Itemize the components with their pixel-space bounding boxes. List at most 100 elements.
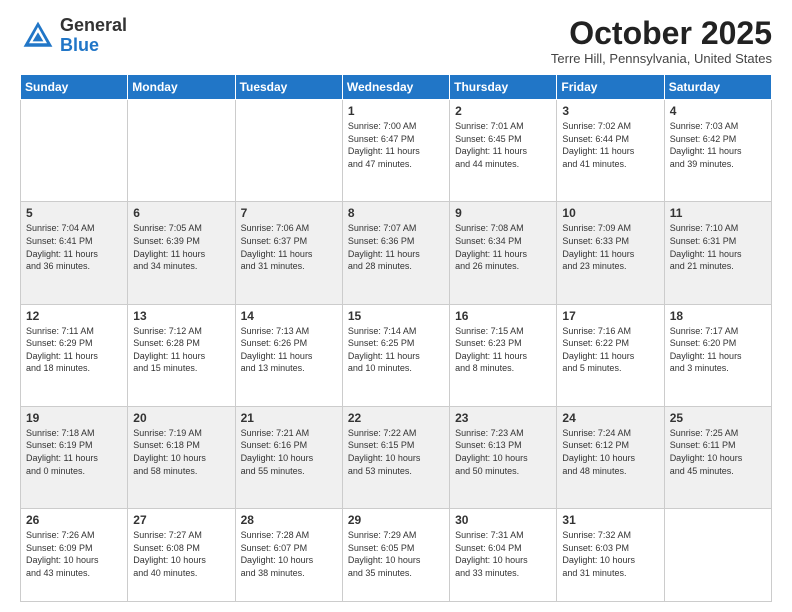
header-right: October 2025 Terre Hill, Pennsylvania, U… <box>551 16 772 66</box>
day-info: Sunrise: 7:03 AM Sunset: 6:42 PM Dayligh… <box>670 120 766 170</box>
day-number: 3 <box>562 104 658 118</box>
day-info: Sunrise: 7:31 AM Sunset: 6:04 PM Dayligh… <box>455 529 551 579</box>
day-number: 29 <box>348 513 444 527</box>
day-info: Sunrise: 7:09 AM Sunset: 6:33 PM Dayligh… <box>562 222 658 272</box>
day-info: Sunrise: 7:21 AM Sunset: 6:16 PM Dayligh… <box>241 427 337 477</box>
logo: General Blue <box>20 16 127 56</box>
day-number: 16 <box>455 309 551 323</box>
logo-text: General Blue <box>60 16 127 56</box>
calendar-day-cell: 30Sunrise: 7:31 AM Sunset: 6:04 PM Dayli… <box>450 509 557 602</box>
day-info: Sunrise: 7:19 AM Sunset: 6:18 PM Dayligh… <box>133 427 229 477</box>
day-number: 26 <box>26 513 122 527</box>
day-info: Sunrise: 7:13 AM Sunset: 6:26 PM Dayligh… <box>241 325 337 375</box>
calendar-day-header: Friday <box>557 75 664 100</box>
calendar-day-cell: 21Sunrise: 7:21 AM Sunset: 6:16 PM Dayli… <box>235 406 342 508</box>
calendar-day-cell: 22 Sunrise: 7:22 AM Sunset: 6:15 PM Dayli… <box>342 406 449 508</box>
calendar-day-cell: 11 Sunrise: 7:10 AM Sunset: 6:31 PM Dayli… <box>664 202 771 304</box>
calendar-table: SundayMondayTuesdayWednesdayThursdayFrid… <box>20 74 772 602</box>
day-number: 27 <box>133 513 229 527</box>
day-info: Sunrise: 7:12 AM Sunset: 6:28 PM Dayligh… <box>133 325 229 375</box>
day-info: Sunrise: 7:28 AM Sunset: 6:07 PM Dayligh… <box>241 529 337 579</box>
calendar-week-row: 26 Sunrise: 7:26 AM Sunset: 6:09 PM Dayli… <box>21 509 772 602</box>
calendar-day-cell: 27 Sunrise: 7:27 AM Sunset: 6:08 PM Dayli… <box>128 509 235 602</box>
day-number: 17 <box>562 309 658 323</box>
day-number: 9 <box>455 206 551 220</box>
day-info: Sunrise: 7:27 AM Sunset: 6:08 PM Dayligh… <box>133 529 229 579</box>
calendar-day-cell <box>664 509 771 602</box>
day-info: Sunrise: 7:14 AM Sunset: 6:25 PM Dayligh… <box>348 325 444 375</box>
calendar-day-cell: 13 Sunrise: 7:12 AM Sunset: 6:28 PM Dayli… <box>128 304 235 406</box>
calendar-week-row: 12 Sunrise: 7:11 AM Sunset: 6:29 PM Dayli… <box>21 304 772 406</box>
logo-general: General <box>60 15 127 35</box>
calendar-day-cell: 6 Sunrise: 7:05 AM Sunset: 6:39 PM Daylig… <box>128 202 235 304</box>
calendar-header-row: SundayMondayTuesdayWednesdayThursdayFrid… <box>21 75 772 100</box>
day-number: 20 <box>133 411 229 425</box>
calendar-day-cell <box>21 100 128 202</box>
calendar-day-cell: 5Sunrise: 7:04 AM Sunset: 6:41 PM Daylig… <box>21 202 128 304</box>
day-number: 31 <box>562 513 658 527</box>
calendar-day-header: Sunday <box>21 75 128 100</box>
day-info: Sunrise: 7:10 AM Sunset: 6:31 PM Dayligh… <box>670 222 766 272</box>
calendar-week-row: 19 Sunrise: 7:18 AM Sunset: 6:19 PM Dayli… <box>21 406 772 508</box>
day-info: Sunrise: 7:04 AM Sunset: 6:41 PM Dayligh… <box>26 222 122 272</box>
day-number: 4 <box>670 104 766 118</box>
day-number: 23 <box>455 411 551 425</box>
calendar-day-header: Saturday <box>664 75 771 100</box>
calendar-day-cell: 9 Sunrise: 7:08 AM Sunset: 6:34 PM Daylig… <box>450 202 557 304</box>
day-number: 18 <box>670 309 766 323</box>
day-info: Sunrise: 7:11 AM Sunset: 6:29 PM Dayligh… <box>26 325 122 375</box>
calendar-day-cell: 10 Sunrise: 7:09 AM Sunset: 6:33 PM Dayli… <box>557 202 664 304</box>
day-number: 14 <box>241 309 337 323</box>
day-number: 2 <box>455 104 551 118</box>
day-number: 25 <box>670 411 766 425</box>
day-number: 1 <box>348 104 444 118</box>
day-info: Sunrise: 7:18 AM Sunset: 6:19 PM Dayligh… <box>26 427 122 477</box>
location: Terre Hill, Pennsylvania, United States <box>551 51 772 66</box>
day-info: Sunrise: 7:15 AM Sunset: 6:23 PM Dayligh… <box>455 325 551 375</box>
calendar-day-cell: 17Sunrise: 7:16 AM Sunset: 6:22 PM Dayli… <box>557 304 664 406</box>
day-number: 19 <box>26 411 122 425</box>
calendar-day-header: Tuesday <box>235 75 342 100</box>
calendar-day-cell: 1Sunrise: 7:00 AM Sunset: 6:47 PM Daylig… <box>342 100 449 202</box>
day-info: Sunrise: 7:23 AM Sunset: 6:13 PM Dayligh… <box>455 427 551 477</box>
day-number: 6 <box>133 206 229 220</box>
day-info: Sunrise: 7:22 AM Sunset: 6:15 PM Dayligh… <box>348 427 444 477</box>
day-info: Sunrise: 7:29 AM Sunset: 6:05 PM Dayligh… <box>348 529 444 579</box>
day-info: Sunrise: 7:26 AM Sunset: 6:09 PM Dayligh… <box>26 529 122 579</box>
calendar-day-cell: 19 Sunrise: 7:18 AM Sunset: 6:19 PM Dayli… <box>21 406 128 508</box>
calendar-day-cell: 16 Sunrise: 7:15 AM Sunset: 6:23 PM Dayli… <box>450 304 557 406</box>
day-info: Sunrise: 7:24 AM Sunset: 6:12 PM Dayligh… <box>562 427 658 477</box>
day-info: Sunrise: 7:05 AM Sunset: 6:39 PM Dayligh… <box>133 222 229 272</box>
header: General Blue October 2025 Terre Hill, Pe… <box>20 16 772 66</box>
logo-icon <box>20 18 56 54</box>
day-info: Sunrise: 7:06 AM Sunset: 6:37 PM Dayligh… <box>241 222 337 272</box>
day-number: 12 <box>26 309 122 323</box>
calendar-day-header: Thursday <box>450 75 557 100</box>
day-number: 7 <box>241 206 337 220</box>
day-number: 15 <box>348 309 444 323</box>
calendar-day-cell: 31Sunrise: 7:32 AM Sunset: 6:03 PM Dayli… <box>557 509 664 602</box>
calendar-week-row: 5Sunrise: 7:04 AM Sunset: 6:41 PM Daylig… <box>21 202 772 304</box>
day-number: 22 <box>348 411 444 425</box>
calendar-day-cell: 26 Sunrise: 7:26 AM Sunset: 6:09 PM Dayli… <box>21 509 128 602</box>
day-info: Sunrise: 7:07 AM Sunset: 6:36 PM Dayligh… <box>348 222 444 272</box>
day-number: 13 <box>133 309 229 323</box>
day-number: 8 <box>348 206 444 220</box>
calendar-day-cell: 3Sunrise: 7:02 AM Sunset: 6:44 PM Daylig… <box>557 100 664 202</box>
calendar-day-header: Monday <box>128 75 235 100</box>
day-number: 10 <box>562 206 658 220</box>
day-number: 11 <box>670 206 766 220</box>
calendar-day-cell: 12 Sunrise: 7:11 AM Sunset: 6:29 PM Dayli… <box>21 304 128 406</box>
calendar-day-cell: 20 Sunrise: 7:19 AM Sunset: 6:18 PM Dayli… <box>128 406 235 508</box>
page: General Blue October 2025 Terre Hill, Pe… <box>0 0 792 612</box>
calendar-week-row: 1Sunrise: 7:00 AM Sunset: 6:47 PM Daylig… <box>21 100 772 202</box>
calendar-day-cell <box>128 100 235 202</box>
calendar-day-cell: 29 Sunrise: 7:29 AM Sunset: 6:05 PM Dayli… <box>342 509 449 602</box>
day-info: Sunrise: 7:08 AM Sunset: 6:34 PM Dayligh… <box>455 222 551 272</box>
day-info: Sunrise: 7:17 AM Sunset: 6:20 PM Dayligh… <box>670 325 766 375</box>
logo-blue: Blue <box>60 35 99 55</box>
calendar-day-cell: 25Sunrise: 7:25 AM Sunset: 6:11 PM Dayli… <box>664 406 771 508</box>
calendar-day-cell: 15 Sunrise: 7:14 AM Sunset: 6:25 PM Dayli… <box>342 304 449 406</box>
day-number: 28 <box>241 513 337 527</box>
calendar-day-cell: 23 Sunrise: 7:23 AM Sunset: 6:13 PM Dayli… <box>450 406 557 508</box>
